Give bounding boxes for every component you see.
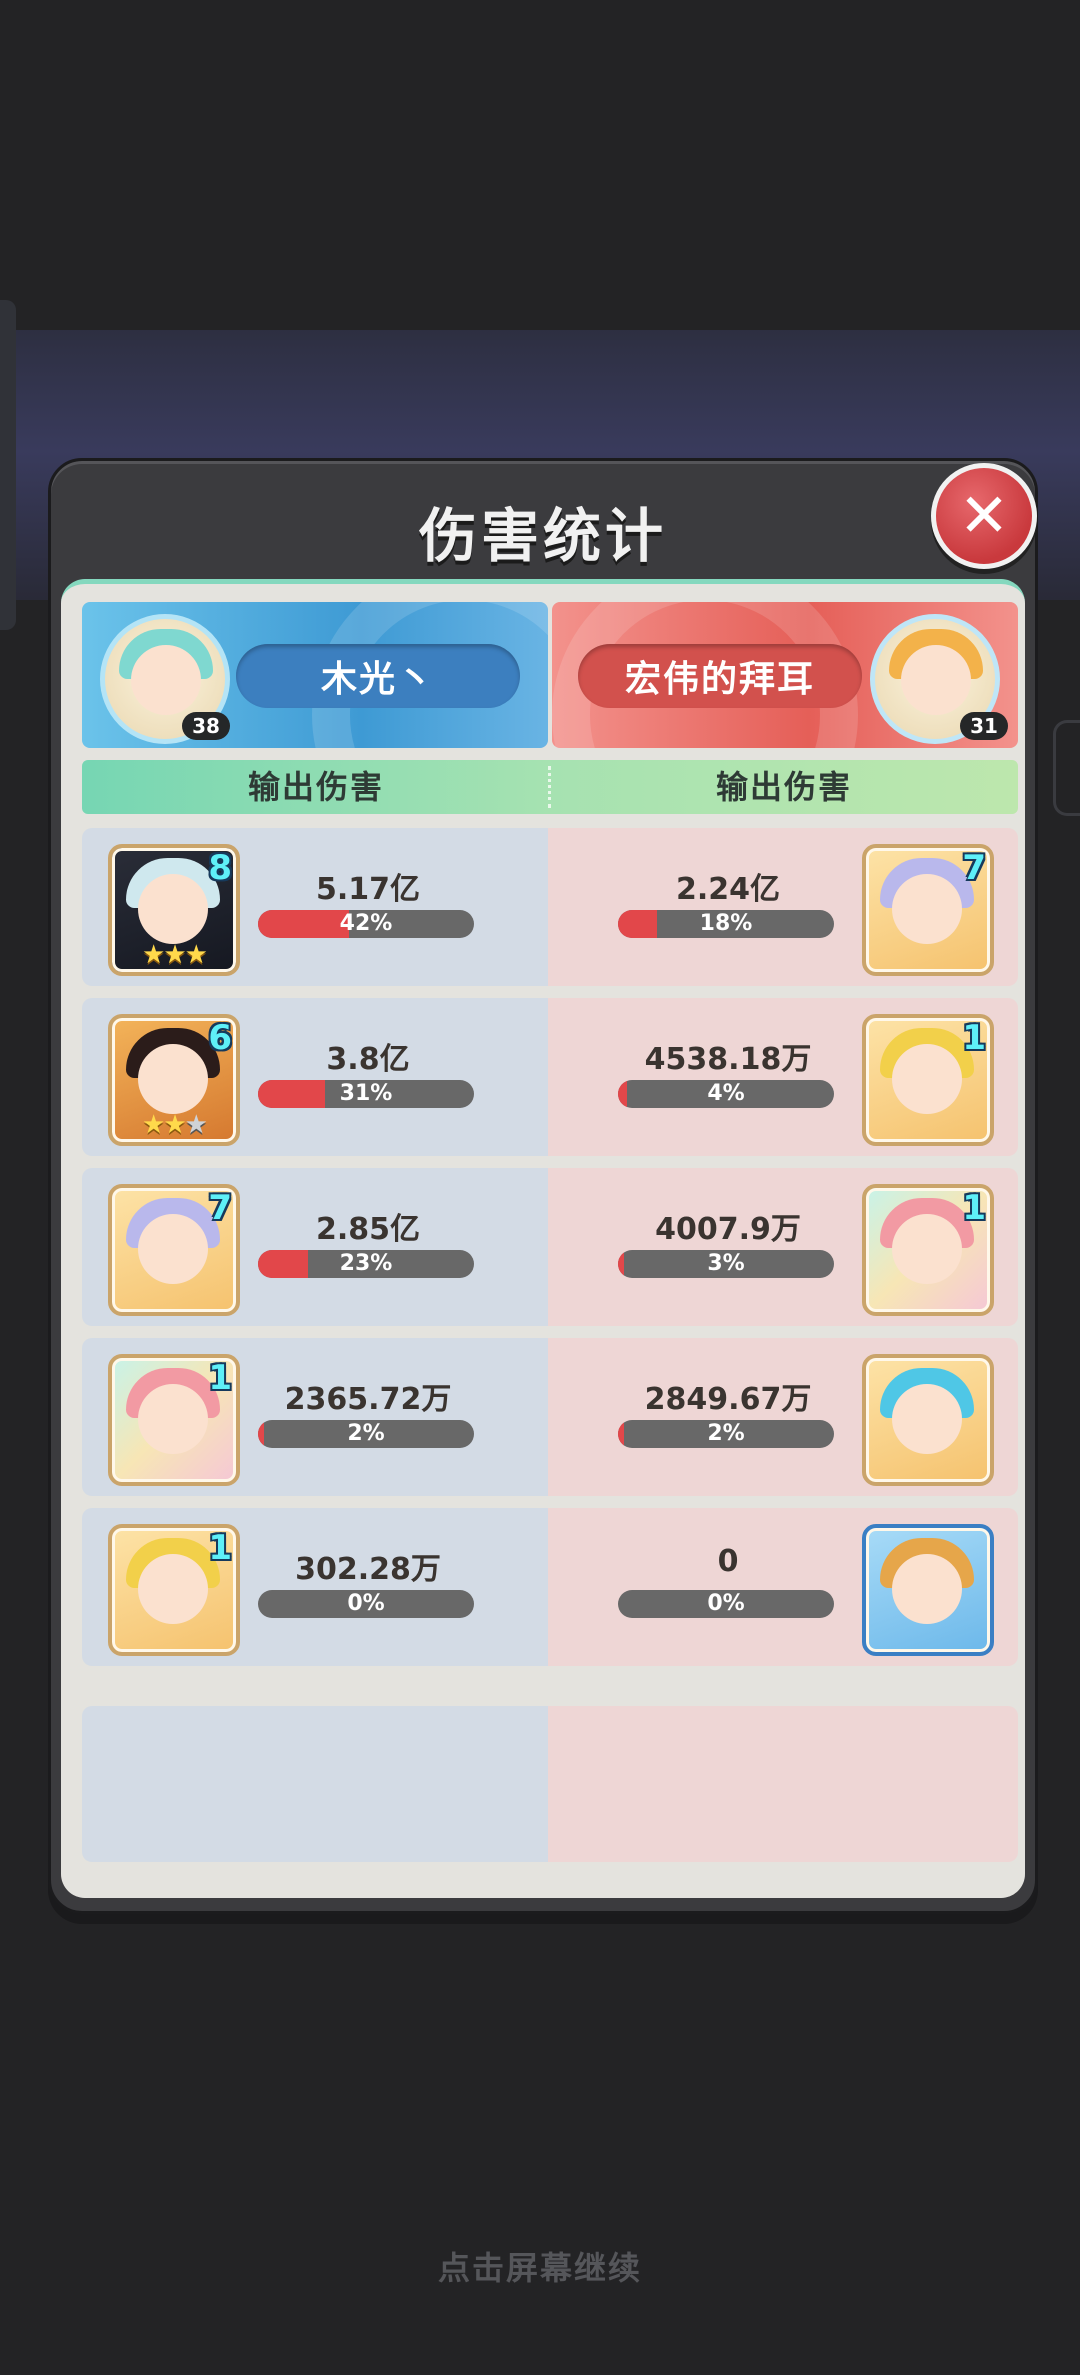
damage-share-percent: 4% xyxy=(707,1081,745,1106)
panel-title: 伤害统计 xyxy=(418,502,667,570)
damage-share-percent: 0% xyxy=(707,1591,745,1616)
right-player-header: 宏伟的拜耳 31 xyxy=(552,602,1018,748)
hero-portrait[interactable]: 7 xyxy=(108,1184,240,1316)
damage-share-percent: 2% xyxy=(347,1421,385,1446)
left-player-header: 38 木光丶 xyxy=(82,602,548,748)
background-side-tab xyxy=(0,300,16,630)
damage-share-bar: 3% xyxy=(618,1250,834,1278)
damage-share-bar: 31% xyxy=(258,1080,474,1108)
right-player-name: 宏伟的拜耳 xyxy=(578,644,862,708)
hero-star-count: 8 xyxy=(208,848,232,888)
hero-star-count: 6 xyxy=(208,1018,232,1058)
damage-row: 6 ★★★ 3.8亿 31% 4538.18万 4% 1 xyxy=(82,998,1018,1156)
damage-share-bar: 0% xyxy=(618,1590,834,1618)
damage-value: 3.8亿 xyxy=(326,1042,410,1077)
damage-row: 1 302.28万 0% 0 0% xyxy=(82,1508,1018,1666)
background-side-button xyxy=(1053,720,1080,816)
damage-stats-panel: 伤害统计 ✕ 38 木光丶 宏伟的拜耳 31 输出伤害 输出伤害 8 ★★★ 5… xyxy=(48,458,1038,1914)
close-button[interactable]: ✕ xyxy=(931,463,1037,569)
damage-share-bar: 0% xyxy=(258,1590,474,1618)
damage-share-bar: 2% xyxy=(258,1420,474,1448)
stats-content: 38 木光丶 宏伟的拜耳 31 输出伤害 输出伤害 8 ★★★ 5.17亿 42… xyxy=(61,579,1025,1898)
damage-value: 2365.72万 xyxy=(284,1382,452,1417)
hero-star-count: 1 xyxy=(962,1188,986,1228)
damage-value: 0 xyxy=(717,1544,739,1579)
hero-portrait[interactable] xyxy=(862,1354,994,1486)
damage-share-percent: 0% xyxy=(347,1591,385,1616)
damage-share-percent: 3% xyxy=(707,1251,745,1276)
left-player-name: 木光丶 xyxy=(236,644,520,708)
hero-star-rating: ★★★ xyxy=(142,1110,208,1140)
damage-value: 2.24亿 xyxy=(675,872,781,907)
hero-star-count: 1 xyxy=(208,1358,232,1398)
damage-value: 4538.18万 xyxy=(644,1042,812,1077)
hero-portrait[interactable]: 1 xyxy=(108,1354,240,1486)
damage-value: 4007.9万 xyxy=(655,1212,801,1247)
damage-value: 2.85亿 xyxy=(315,1212,421,1247)
damage-share-bar: 2% xyxy=(618,1420,834,1448)
damage-row: 1 2365.72万 2% 2849.67万 2% xyxy=(82,1338,1018,1496)
left-column-header: 输出伤害 xyxy=(247,768,384,806)
damage-row: 8 ★★★ 5.17亿 42% 2.24亿 18% 7 xyxy=(82,828,1018,986)
damage-value: 5.17亿 xyxy=(315,872,421,907)
hero-star-count: 7 xyxy=(208,1188,232,1228)
hero-portrait[interactable]: 7 xyxy=(862,844,994,976)
column-header-bar: 输出伤害 输出伤害 xyxy=(82,760,1018,814)
hero-star-count: 1 xyxy=(962,1018,986,1058)
hero-portrait[interactable]: 1 xyxy=(862,1014,994,1146)
tap-to-continue-hint[interactable]: 点击屏幕继续 xyxy=(0,2243,1080,2289)
hero-portrait[interactable] xyxy=(862,1524,994,1656)
damage-share-bar: 18% xyxy=(618,910,834,938)
hero-portrait[interactable]: 6 ★★★ xyxy=(108,1014,240,1146)
damage-share-percent: 31% xyxy=(339,1081,393,1106)
right-player-level: 31 xyxy=(960,712,1008,740)
hero-portrait[interactable]: 1 xyxy=(108,1524,240,1656)
hero-portrait[interactable]: 8 ★★★ xyxy=(108,844,240,976)
damage-share-percent: 23% xyxy=(339,1251,393,1276)
damage-value: 302.28万 xyxy=(295,1552,441,1587)
damage-share-bar: 4% xyxy=(618,1080,834,1108)
right-column-header: 输出伤害 xyxy=(715,768,852,806)
empty-row xyxy=(82,1706,1018,1862)
hero-star-rating: ★★★ xyxy=(142,940,208,970)
damage-share-bar: 42% xyxy=(258,910,474,938)
hero-star-count: 7 xyxy=(962,848,986,888)
damage-row: 7 2.85亿 23% 4007.9万 3% 1 xyxy=(82,1168,1018,1326)
close-icon: ✕ xyxy=(958,481,1010,551)
column-divider xyxy=(548,766,551,808)
damage-share-bar: 23% xyxy=(258,1250,474,1278)
damage-share-percent: 2% xyxy=(707,1421,745,1446)
hero-star-count: 1 xyxy=(208,1528,232,1568)
left-player-level: 38 xyxy=(182,712,230,740)
damage-value: 2849.67万 xyxy=(644,1382,812,1417)
damage-share-percent: 18% xyxy=(699,911,753,936)
damage-share-percent: 42% xyxy=(339,911,393,936)
hero-portrait[interactable]: 1 xyxy=(862,1184,994,1316)
